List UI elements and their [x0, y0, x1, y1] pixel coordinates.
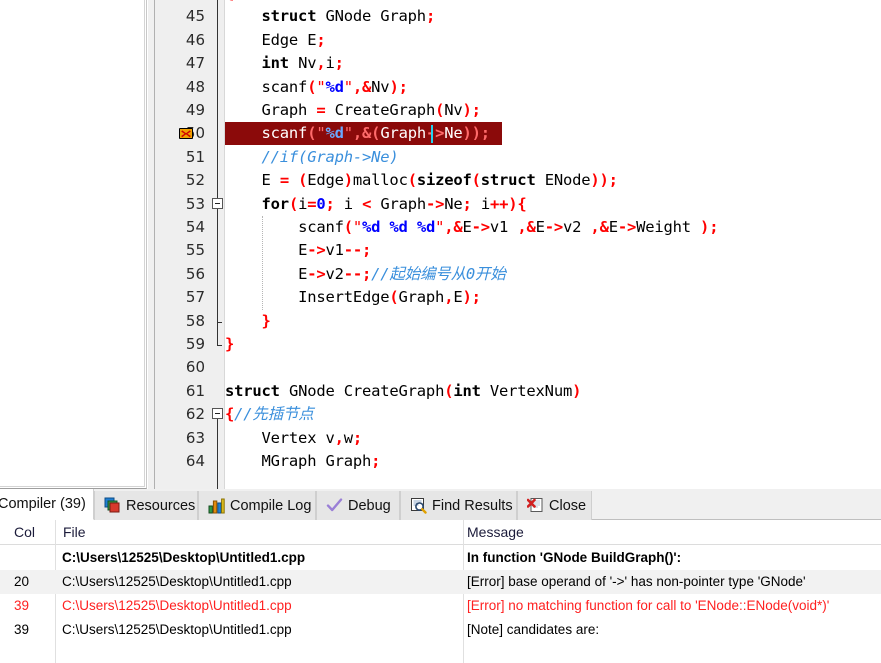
grid-header-row: Col File Message — [0, 520, 881, 545]
line-number: 46 — [185, 30, 205, 49]
cell-message: In function 'GNode BuildGraph()': — [467, 550, 682, 565]
code-line[interactable]: scanf("%d",&Nv); — [225, 76, 408, 99]
tab-label: Compile Log — [230, 497, 312, 514]
tab-label: Debug — [348, 497, 391, 514]
column-header-col[interactable]: Col — [14, 520, 35, 544]
table-row[interactable]: 20 C:\Users\12525\Desktop\Untitled1.cpp [E… — [0, 570, 881, 594]
code-line[interactable]: MGraph Graph; — [225, 450, 381, 473]
fold-end-tick — [217, 345, 222, 346]
line-number: 54 — [185, 218, 205, 236]
cell-col: 39 — [14, 622, 30, 637]
code-line[interactable]: E->v2--;//起始编号从0开始 — [225, 263, 506, 286]
cell-message: [Error] no matching function for call to… — [467, 598, 830, 613]
code-line[interactable]: E = (Edge)malloc(sizeof(struct ENode)); — [225, 169, 618, 192]
code-line[interactable]: E->v1--; — [225, 239, 371, 262]
tab-label: Resources — [126, 497, 196, 514]
error-marker-icon[interactable] — [179, 127, 194, 140]
line-number: 44 — [155, 0, 205, 5]
code-line[interactable]: Vertex v,w; — [225, 427, 363, 450]
code-line[interactable]: scanf("%d",&(Graph->Ne)); — [225, 122, 491, 145]
fold-toggle-icon[interactable] — [212, 408, 223, 420]
compiler-messages-grid[interactable]: Col File Message C:\Users\12525\Desktop\Un… — [0, 520, 881, 663]
code-line[interactable]: {//先插节点 — [225, 403, 314, 426]
left-docked-panel-body — [0, 0, 145, 487]
cell-message: [Error] base operand of '->' has non-poi… — [467, 574, 806, 589]
indent-guide — [262, 216, 264, 310]
line-number: 45 — [185, 7, 205, 26]
fold-range-line — [217, 0, 218, 345]
line-number: 47 — [185, 54, 205, 73]
line-number: 61 — [185, 381, 205, 400]
line-number: 51 — [185, 147, 205, 166]
tab-find-results[interactable]: Find Results — [400, 491, 517, 520]
cell-file: C:\Users\12525\Desktop\Untitled1.cpp — [62, 574, 292, 589]
code-line[interactable]: struct GNode Graph; — [225, 5, 436, 28]
tab-close[interactable]: Close — [517, 491, 592, 520]
line-number: 58 — [185, 311, 205, 330]
close-icon — [527, 497, 544, 514]
fold-tick — [217, 321, 222, 323]
tab-compiler-39[interactable]: Compiler (39) — [0, 489, 94, 520]
code-line[interactable]: int Nv,i; — [225, 52, 344, 75]
tab-debug[interactable]: Debug — [316, 491, 400, 520]
table-row[interactable]: 39 C:\Users\12525\Desktop\Untitled1.cpp [E… — [0, 594, 881, 618]
line-number: 63 — [185, 428, 205, 447]
line-number: 59 — [185, 335, 205, 353]
code-line[interactable]: Graph = CreateGraph(Nv); — [225, 99, 481, 122]
line-number: 57 — [185, 288, 205, 307]
tab-label: Find Results — [432, 497, 513, 514]
tab-label: Compiler (39) — [0, 496, 86, 512]
line-number: 55 — [185, 241, 205, 260]
code-line[interactable]: for(i=0; i < Graph->Ne; i++){ — [225, 193, 527, 216]
code-line[interactable]: } — [225, 310, 271, 333]
code-line[interactable]: Edge E; — [225, 29, 326, 52]
code-line[interactable]: //if(Graph->Ne) — [225, 146, 399, 169]
text-caret — [430, 125, 433, 144]
code-line[interactable]: { — [225, 0, 234, 5]
tab-resources[interactable]: Resources — [94, 491, 198, 520]
resources-icon — [104, 497, 121, 514]
output-tabbar: Compiler (39) Resources Compile Log Debug Fi… — [0, 489, 881, 520]
cell-col: 39 — [14, 598, 30, 613]
table-row[interactable]: C:\Users\12525\Desktop\Untitled1.cpp In f… — [0, 546, 881, 570]
cell-file: C:\Users\12525\Desktop\Untitled1.cpp — [62, 622, 292, 637]
column-header-message[interactable]: Message — [467, 520, 524, 544]
cell-file: C:\Users\12525\Desktop\Untitled1.cpp — [62, 598, 292, 613]
line-number: 62 — [185, 405, 205, 424]
left-docked-panel — [0, 0, 147, 489]
code-line[interactable]: struct GNode CreateGraph(int VertexNum) — [225, 380, 581, 403]
code-line[interactable]: scanf("%d %d %d",&E->v1 ,&E->v2 ,&E->Wei… — [225, 216, 718, 239]
tab-label: Close — [549, 497, 587, 514]
fold-range-line — [217, 419, 218, 489]
find-results-icon — [410, 497, 427, 514]
code-editor-pane[interactable]: 44 {45 struct GNode Graph; 46 Edge E; 47 in… — [154, 0, 881, 489]
line-number: 64 — [185, 452, 205, 470]
cell-message: [Note] candidates are: — [467, 622, 600, 637]
table-row[interactable]: 39 C:\Users\12525\Desktop\Untitled1.cpp [N… — [0, 618, 881, 642]
debug-check-icon — [326, 497, 343, 514]
compile-log-icon — [208, 497, 225, 514]
editor-area: 44 {45 struct GNode Graph; 46 Edge E; 47 in… — [0, 0, 881, 489]
line-number: 60 — [185, 358, 205, 377]
line-number: 49 — [185, 101, 205, 119]
app-root: 44 {45 struct GNode Graph; 46 Edge E; 47 in… — [0, 0, 881, 663]
code-line[interactable]: } — [225, 333, 234, 356]
line-number: 56 — [185, 264, 205, 283]
line-number: 53 — [185, 194, 205, 213]
fold-toggle-icon[interactable] — [212, 197, 223, 209]
line-number: 52 — [185, 171, 205, 190]
column-header-file[interactable]: File — [63, 520, 86, 544]
compiler-output-panel: Compiler (39) Resources Compile Log Debug Fi… — [0, 489, 881, 663]
line-number: 48 — [185, 77, 205, 96]
tab-compile-log[interactable]: Compile Log — [198, 491, 316, 520]
cell-col: 20 — [14, 574, 30, 589]
cell-file: C:\Users\12525\Desktop\Untitled1.cpp — [62, 550, 306, 565]
